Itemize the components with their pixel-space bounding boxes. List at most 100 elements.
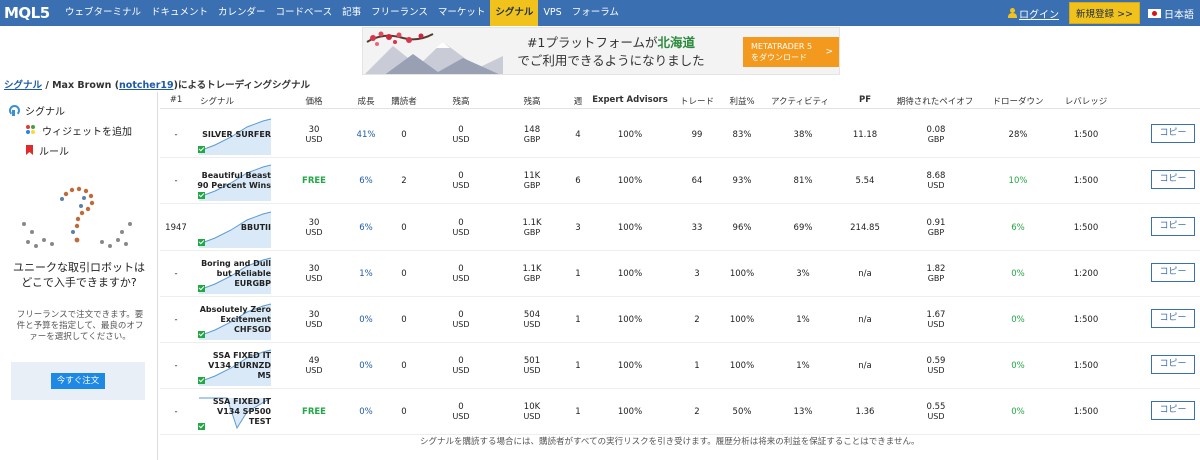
promo-banner[interactable]: #1プラットフォームが北海道 でご利用できるようになりました METATRADE… bbox=[362, 27, 840, 75]
col-trades[interactable]: トレード bbox=[680, 95, 714, 107]
copy-button[interactable]: コピー bbox=[1151, 263, 1195, 282]
col-drawdown[interactable]: ドローダウン bbox=[992, 95, 1043, 107]
mql5-logo[interactable]: MQL5 bbox=[0, 4, 60, 22]
signal-name[interactable]: BBUTII bbox=[241, 223, 271, 233]
profit-cell: 96% bbox=[732, 222, 752, 233]
language-selector[interactable]: 日本語 bbox=[1148, 6, 1194, 21]
signal-name[interactable]: SILVER SURFER bbox=[202, 130, 271, 140]
price-value: 30 bbox=[308, 124, 320, 135]
copy-button[interactable]: コピー bbox=[1151, 355, 1195, 374]
col-balance[interactable]: 残高 bbox=[523, 95, 540, 107]
table-row[interactable]: - SSA FIXED IT V134 SP500 TEST FREE 0% 0… bbox=[160, 389, 1200, 435]
signal-thumbnail[interactable]: SSA FIXED IT V134 EURNZD M5 bbox=[197, 346, 273, 386]
weeks-cell: 1 bbox=[575, 406, 581, 417]
balance-value: 501 bbox=[523, 355, 541, 366]
activity-cell: 13% bbox=[793, 406, 813, 417]
signal-thumbnail[interactable]: Beautiful Beast 90 Percent Wins bbox=[197, 161, 273, 201]
breadcrumb-user-link[interactable]: notcher19 bbox=[119, 80, 174, 91]
nav-signals[interactable]: シグナル bbox=[490, 0, 539, 26]
nav-calendar[interactable]: カレンダー bbox=[213, 0, 271, 26]
expected-payoff-cell: 1.67 USD bbox=[927, 310, 946, 330]
balance-cell: 11K GBP bbox=[524, 171, 541, 191]
balance-value: 1.1K bbox=[522, 217, 542, 228]
col-expected-payoff[interactable]: 期待されたペイオフ bbox=[897, 95, 974, 107]
copy-button[interactable]: コピー bbox=[1151, 309, 1195, 328]
col-subscribers[interactable]: 購読者 bbox=[391, 95, 417, 107]
unit-label: USD bbox=[523, 411, 541, 421]
table-row[interactable]: - SSA FIXED IT V134 EURNZD M5 49 USD 0% 0… bbox=[160, 343, 1200, 389]
price-cell: FREE bbox=[302, 407, 326, 417]
copy-button[interactable]: コピー bbox=[1151, 401, 1195, 420]
balance-cell: 1.1K GBP bbox=[522, 264, 541, 284]
col-profit[interactable]: 利益% bbox=[729, 95, 754, 107]
register-button[interactable]: 新規登録 >> bbox=[1069, 2, 1140, 24]
signal-name[interactable]: SSA FIXED IT V134 EURNZD M5 bbox=[197, 351, 271, 381]
col-growth[interactable]: 成長 bbox=[357, 95, 374, 107]
price-value: FREE bbox=[302, 406, 326, 417]
sidebar-item-add-widget[interactable]: ウィジェットを追加 bbox=[0, 120, 157, 140]
funds-value: 0 bbox=[458, 170, 464, 181]
breadcrumb-signals-link[interactable]: シグナル bbox=[4, 80, 42, 91]
breadcrumb-suffix: )によるトレーディングシグナル bbox=[173, 80, 311, 91]
unit-label: GBP bbox=[523, 134, 541, 144]
nav-vps[interactable]: VPS bbox=[538, 0, 566, 26]
download-mt5-button[interactable]: METATRADER 5 をダウンロード > bbox=[743, 37, 839, 67]
sidebar-item-signals[interactable]: シグナル bbox=[0, 100, 157, 120]
col-activity[interactable]: アクティビティ bbox=[771, 95, 829, 107]
signal-thumbnail[interactable]: Boring and Dull but Reliable EURGBP bbox=[197, 254, 273, 294]
col-expert-advisors[interactable]: Expert Advisors bbox=[592, 95, 668, 105]
nav-forum[interactable]: フォーラム bbox=[567, 0, 624, 26]
unit-label: GBP bbox=[523, 227, 541, 237]
signal-name[interactable]: SSA FIXED IT V134 SP500 TEST bbox=[197, 397, 271, 427]
table-row[interactable]: - SILVER SURFER 30 USD 41% 0 0 USD 148 GBP … bbox=[160, 112, 1200, 158]
subscribers-cell: 2 bbox=[401, 175, 407, 186]
unit-label: GBP bbox=[523, 273, 541, 283]
question-mark-crowd-image bbox=[22, 186, 132, 248]
breadcrumb: シグナル / Max Brown (notcher19)によるトレーディングシグ… bbox=[4, 77, 310, 91]
col-price[interactable]: 価格 bbox=[305, 95, 322, 107]
price-cell: FREE bbox=[302, 176, 326, 186]
login-label: ログイン bbox=[1019, 9, 1060, 21]
col-weeks[interactable]: 週 bbox=[574, 95, 583, 107]
login-link[interactable]: ログイン bbox=[1008, 6, 1059, 21]
copy-button[interactable]: コピー bbox=[1151, 124, 1195, 143]
trades-cell: 3 bbox=[694, 268, 700, 279]
col-signal[interactable]: シグナル bbox=[200, 95, 234, 107]
nav-codebase[interactable]: コードベース bbox=[271, 0, 338, 26]
table-row[interactable]: - Absolutely Zero Excitement CHFSGD 30 US… bbox=[160, 297, 1200, 343]
trades-cell: 1 bbox=[694, 360, 700, 371]
nav-web-terminal[interactable]: ウェブターミナル bbox=[60, 0, 146, 26]
signal-thumbnail[interactable]: BBUTII bbox=[197, 208, 273, 248]
sidebar-item-label: ウィジェットを追加 bbox=[42, 126, 132, 138]
signal-name[interactable]: Absolutely Zero Excitement CHFSGD bbox=[197, 305, 271, 335]
balance-value: 11K bbox=[523, 170, 541, 181]
payoff-value: 8.68 bbox=[926, 170, 946, 181]
signal-name[interactable]: Boring and Dull but Reliable EURGBP bbox=[197, 259, 271, 289]
profit-cell: 100% bbox=[729, 268, 755, 279]
verified-check-icon bbox=[198, 285, 205, 292]
col-pf[interactable]: PF bbox=[859, 95, 871, 105]
signal-thumbnail[interactable]: SSA FIXED IT V134 SP500 TEST bbox=[197, 392, 273, 432]
signal-thumbnail[interactable]: SILVER SURFER bbox=[197, 115, 273, 155]
table-row[interactable]: - Beautiful Beast 90 Percent Wins FREE 6… bbox=[160, 158, 1200, 204]
copy-button[interactable]: コピー bbox=[1151, 170, 1195, 189]
copy-button[interactable]: コピー bbox=[1151, 217, 1195, 236]
profit-factor-cell: 5.54 bbox=[855, 175, 875, 186]
signal-thumbnail[interactable]: Absolutely Zero Excitement CHFSGD bbox=[197, 300, 273, 340]
table-row[interactable]: - Boring and Dull but Reliable EURGBP 30… bbox=[160, 251, 1200, 297]
nav-freelance[interactable]: フリーランス bbox=[366, 0, 433, 26]
nav-market[interactable]: マーケット bbox=[433, 0, 491, 26]
signal-name[interactable]: Beautiful Beast 90 Percent Wins bbox=[197, 171, 271, 191]
price-cell: 30 USD bbox=[305, 218, 322, 238]
profit-cell: 100% bbox=[729, 314, 755, 325]
sidebar-item-rules[interactable]: ルール bbox=[0, 140, 157, 160]
unit-label: USD bbox=[305, 227, 323, 237]
nav-documentation[interactable]: ドキュメント bbox=[146, 0, 213, 26]
nav-articles[interactable]: 記事 bbox=[337, 0, 366, 26]
col-rank[interactable]: #1 bbox=[170, 95, 183, 105]
table-row[interactable]: 1947 BBUTII 30 USD 6% 0 0 USD 1.1K GBP 3 10… bbox=[160, 205, 1200, 251]
order-now-button[interactable]: 今すぐ注文 bbox=[51, 373, 105, 389]
col-funds[interactable]: 残高 bbox=[452, 95, 469, 107]
col-leverage[interactable]: レバレッジ bbox=[1065, 95, 1108, 107]
drawdown-cell: 6% bbox=[1011, 222, 1025, 233]
